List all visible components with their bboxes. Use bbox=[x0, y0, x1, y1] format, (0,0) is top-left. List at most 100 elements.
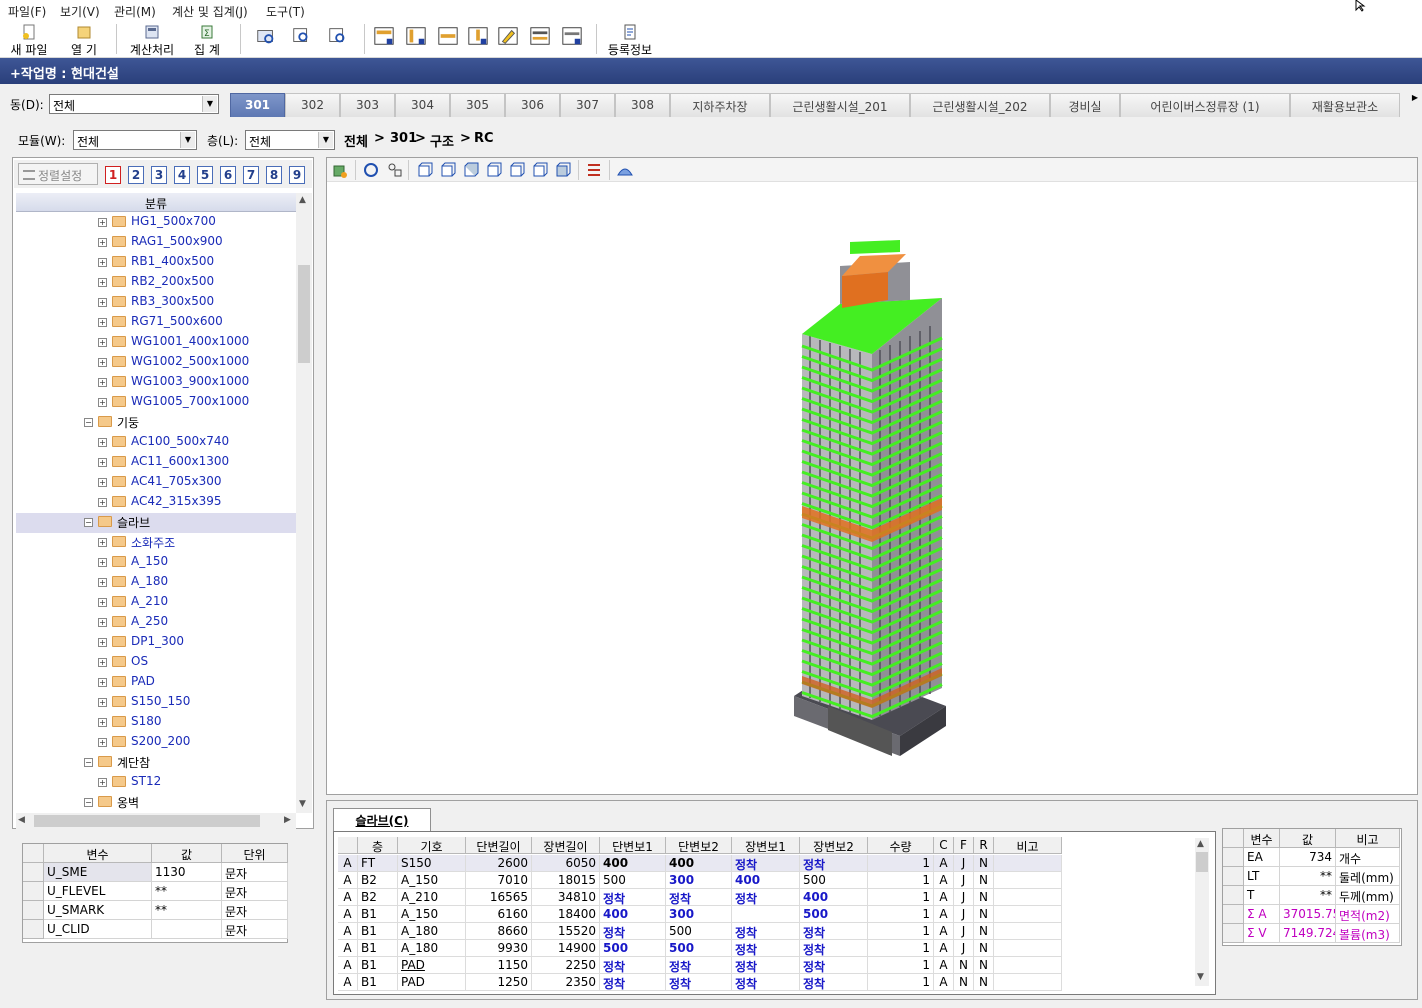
slab-cell[interactable]: 1 bbox=[868, 974, 934, 991]
slab-cell[interactable]: 18400 bbox=[532, 906, 600, 923]
slab-cell[interactable]: 정착 bbox=[732, 957, 800, 974]
view-cube-right-icon[interactable] bbox=[485, 161, 503, 179]
building-3d-model[interactable] bbox=[780, 236, 960, 766]
slab-cell[interactable]: A bbox=[338, 940, 358, 957]
sort-level-9[interactable]: 9 bbox=[289, 166, 305, 184]
slab-cell[interactable]: 정착 bbox=[666, 889, 732, 906]
expand-plus-icon[interactable]: + bbox=[98, 578, 107, 587]
tab-building-13[interactable]: 어린이버스정류장 (1) bbox=[1120, 93, 1290, 117]
slab-cell[interactable]: J bbox=[954, 889, 974, 906]
slab-cell[interactable]: J bbox=[954, 906, 974, 923]
slab-cell[interactable]: 1 bbox=[868, 957, 934, 974]
slab-cell[interactable]: 정착 bbox=[600, 974, 666, 991]
var-cell[interactable]: U_SME bbox=[44, 863, 152, 882]
open-button[interactable]: 열 기 bbox=[62, 22, 106, 57]
tree-scrollbar[interactable]: ▲ ▼ bbox=[296, 193, 312, 813]
slab-cell[interactable]: 6160 bbox=[466, 906, 532, 923]
tree-leaf-item[interactable]: + AC41_705x300 bbox=[16, 473, 296, 493]
tab-building-9[interactable]: 지하주차장 bbox=[670, 93, 770, 117]
expand-plus-icon[interactable]: + bbox=[98, 678, 107, 687]
view-cube-bottom-icon[interactable] bbox=[531, 161, 549, 179]
sort-level-7[interactable]: 7 bbox=[243, 166, 259, 184]
slab-cell[interactable]: B2 bbox=[358, 889, 398, 906]
slab-cell[interactable]: 정착 bbox=[600, 923, 666, 940]
sort-level-5[interactable]: 5 bbox=[197, 166, 213, 184]
expand-plus-icon[interactable]: + bbox=[98, 378, 107, 387]
expand-plus-icon[interactable]: + bbox=[98, 738, 107, 747]
slab-cell[interactable]: 2250 bbox=[532, 957, 600, 974]
var-cell[interactable]: 문자 bbox=[222, 901, 288, 920]
summary-cell[interactable]: ** bbox=[1280, 867, 1336, 886]
expand-plus-icon[interactable]: + bbox=[98, 638, 107, 647]
slab-cell[interactable]: 16565 bbox=[466, 889, 532, 906]
slab-cell[interactable]: A_180 bbox=[398, 923, 466, 940]
slab-cell[interactable]: A bbox=[934, 974, 954, 991]
layout-6-icon[interactable] bbox=[560, 24, 584, 48]
slab-cell[interactable]: B2 bbox=[358, 872, 398, 889]
expand-plus-icon[interactable]: + bbox=[98, 498, 107, 507]
expand-plus-icon[interactable]: + bbox=[98, 278, 107, 287]
slab-cell[interactable]: S150 bbox=[398, 855, 466, 872]
tab-slab[interactable]: 슬라브(C) bbox=[333, 808, 431, 832]
scroll-left-icon[interactable]: ◀ bbox=[18, 815, 25, 825]
slab-cell[interactable]: 정착 bbox=[800, 974, 868, 991]
module-select[interactable]: 전체 ▼ bbox=[73, 130, 197, 150]
sort-level-8[interactable]: 8 bbox=[266, 166, 282, 184]
slab-cell[interactable]: A bbox=[338, 889, 358, 906]
tree-leaf-item[interactable]: + AC42_315x395 bbox=[16, 493, 296, 513]
slab-cell[interactable]: A bbox=[338, 906, 358, 923]
slab-cell[interactable]: A bbox=[934, 940, 954, 957]
slab-cell[interactable]: A_180 bbox=[398, 940, 466, 957]
slab-cell[interactable]: 정착 bbox=[732, 974, 800, 991]
scroll-right-icon[interactable]: ▶ bbox=[284, 815, 291, 825]
calc-process-button[interactable]: 계산처리 bbox=[124, 22, 180, 57]
var-cell[interactable]: U_FLEVEL bbox=[44, 882, 152, 901]
slab-cell[interactable] bbox=[994, 940, 1062, 957]
tree-leaf-item[interactable]: + WG1001_400x1000 bbox=[16, 333, 296, 353]
var-cell[interactable] bbox=[152, 920, 222, 939]
summary-cell[interactable]: 둘레(mm) bbox=[1336, 867, 1400, 886]
slab-cell[interactable]: N bbox=[974, 974, 994, 991]
slab-cell[interactable]: 500 bbox=[800, 872, 868, 889]
tree-leaf-item[interactable]: + A_210 bbox=[16, 593, 296, 613]
slab-cell[interactable]: 34810 bbox=[532, 889, 600, 906]
collapse-minus-icon[interactable]: − bbox=[84, 798, 93, 807]
slab-cell[interactable]: B1 bbox=[358, 923, 398, 940]
summary-cell[interactable]: 37015.759 bbox=[1280, 905, 1336, 924]
slab-cell[interactable]: A bbox=[934, 923, 954, 940]
expand-plus-icon[interactable]: + bbox=[98, 398, 107, 407]
tab-building-2[interactable]: 302 bbox=[285, 93, 340, 117]
collapse-minus-icon[interactable]: − bbox=[84, 418, 93, 427]
slab-cell[interactable] bbox=[994, 906, 1062, 923]
tree-leaf-item[interactable]: + ST12 bbox=[16, 773, 296, 793]
expand-plus-icon[interactable]: + bbox=[98, 458, 107, 467]
view-cube-back-icon[interactable] bbox=[439, 161, 457, 179]
summary-cell[interactable]: 7149.724 bbox=[1280, 924, 1336, 943]
slab-cell[interactable]: J bbox=[954, 923, 974, 940]
tree-leaf-item[interactable]: + WG1005_700x1000 bbox=[16, 393, 296, 413]
menu-view[interactable]: 보기(V) bbox=[60, 3, 100, 20]
tree-leaf-item[interactable]: + 소화주조 bbox=[16, 533, 296, 553]
sort-level-2[interactable]: 2 bbox=[128, 166, 144, 184]
dong-select[interactable]: 전체 ▼ bbox=[49, 94, 219, 114]
slab-cell[interactable]: 1 bbox=[868, 872, 934, 889]
slab-cell[interactable]: J bbox=[954, 940, 974, 957]
sum-button[interactable]: Σ 집 계 bbox=[186, 22, 228, 57]
menu-file[interactable]: 파일(F) bbox=[8, 3, 46, 20]
tab-building-10[interactable]: 근린생활시설_201 bbox=[770, 93, 910, 117]
expand-plus-icon[interactable]: + bbox=[98, 698, 107, 707]
menu-manage[interactable]: 관리(M) bbox=[114, 3, 156, 20]
slab-cell[interactable] bbox=[994, 923, 1062, 940]
expand-plus-icon[interactable]: + bbox=[98, 718, 107, 727]
preview-icon[interactable] bbox=[254, 24, 278, 48]
tree-leaf-item[interactable]: + A_180 bbox=[16, 573, 296, 593]
var-cell[interactable]: U_CLID bbox=[44, 920, 152, 939]
layout-4-icon[interactable] bbox=[466, 24, 490, 48]
slab-cell[interactable]: J bbox=[954, 855, 974, 872]
summary-cell[interactable]: Σ V bbox=[1244, 924, 1280, 943]
tree-hscroll-thumb[interactable] bbox=[34, 815, 260, 827]
breadcrumb-all[interactable]: 전체 bbox=[344, 131, 368, 150]
slab-cell[interactable] bbox=[994, 957, 1062, 974]
slab-cell[interactable]: 1 bbox=[868, 923, 934, 940]
summary-cell[interactable]: LT bbox=[1244, 867, 1280, 886]
